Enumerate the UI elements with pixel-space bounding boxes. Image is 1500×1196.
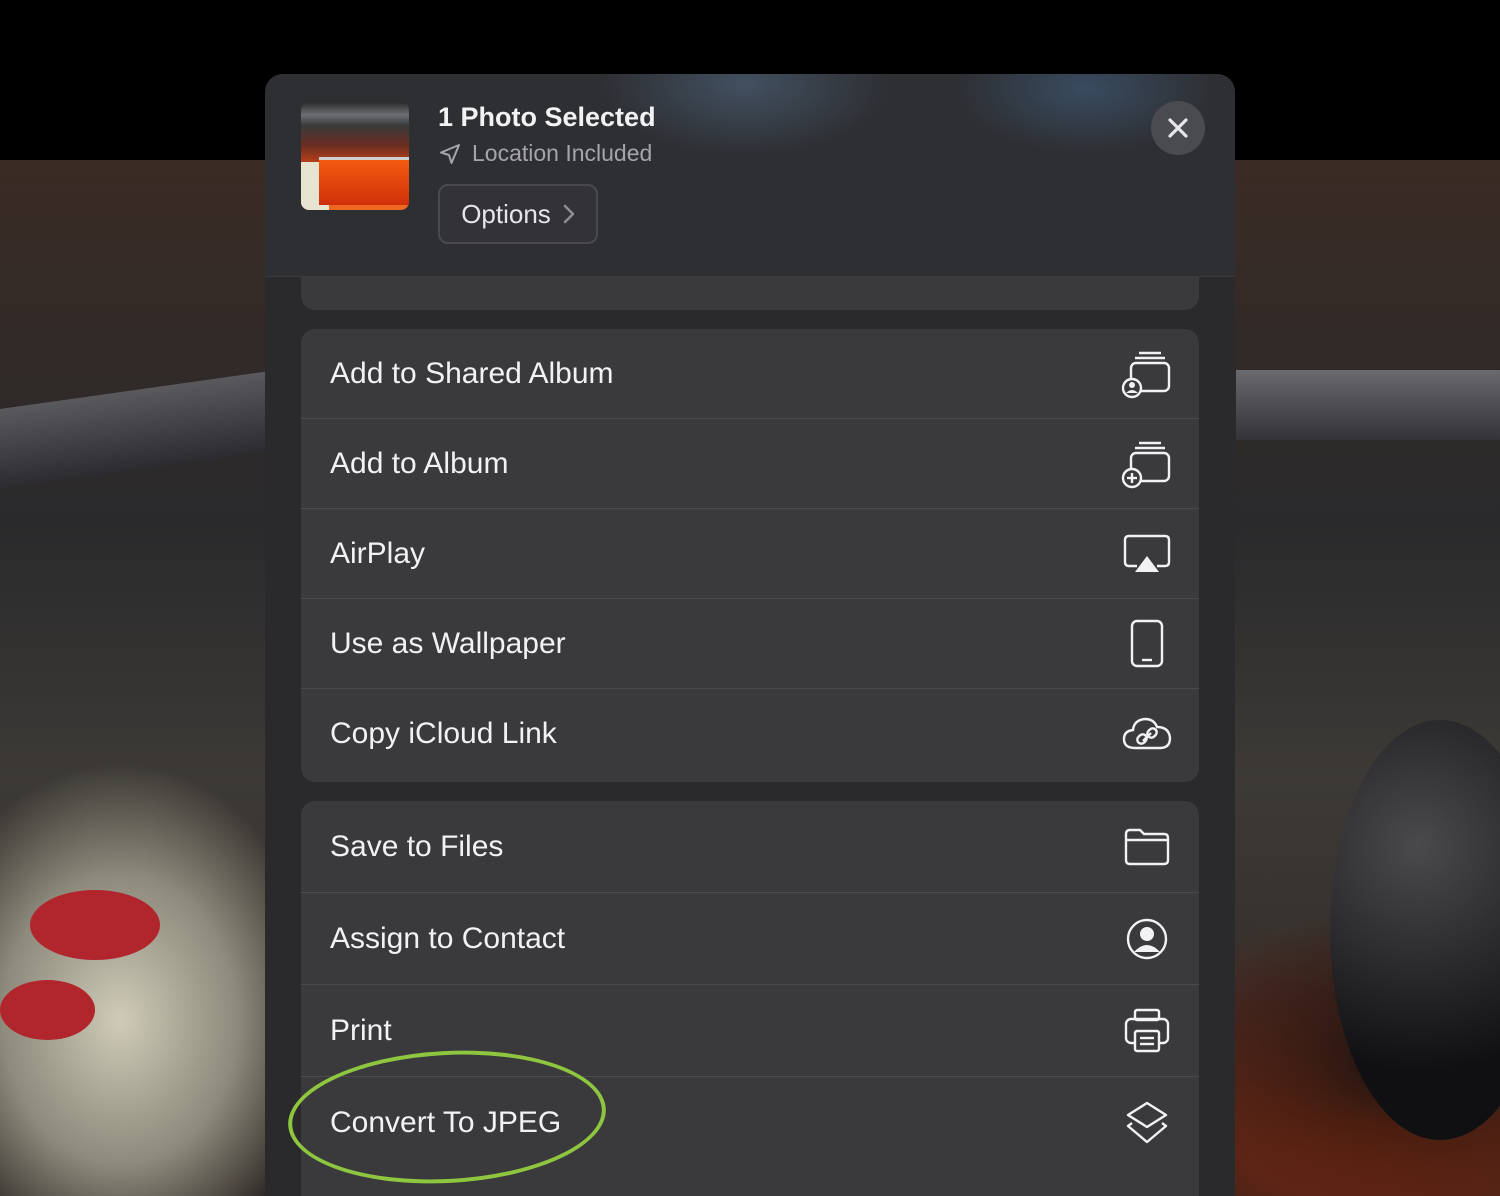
- add-to-album-row[interactable]: Add to Album: [301, 419, 1199, 509]
- copy-icloud-link-row[interactable]: Copy iCloud Link: [301, 689, 1199, 779]
- phone-icon: [1121, 618, 1173, 670]
- convert-to-jpeg-row[interactable]: Convert To JPEG: [301, 1077, 1199, 1169]
- action-label: AirPlay: [330, 536, 426, 570]
- location-arrow-icon: [440, 143, 460, 164]
- action-label: Convert To JPEG: [330, 1106, 562, 1139]
- options-button[interactable]: Options: [438, 184, 598, 244]
- close-icon: [1168, 118, 1188, 138]
- use-as-wallpaper-row[interactable]: Use as Wallpaper: [301, 599, 1199, 689]
- save-to-files-row[interactable]: Save to Files: [301, 801, 1199, 893]
- action-label: Assign to Contact: [330, 921, 566, 955]
- action-label: Copy iCloud Link: [330, 717, 557, 750]
- action-label: Use as Wallpaper: [330, 626, 566, 660]
- add-to-shared-album-row[interactable]: Add to Shared Album: [301, 329, 1199, 419]
- printer-icon: [1121, 1005, 1173, 1057]
- background-pot: [1330, 720, 1500, 1140]
- location-status: Location Included: [438, 140, 652, 167]
- close-button[interactable]: [1151, 101, 1205, 155]
- action-group: Add to Shared Album Add to Album AirPlay…: [301, 329, 1199, 782]
- sheet-title: 1 Photo Selected: [438, 102, 656, 132]
- chevron-right-icon: [563, 204, 575, 224]
- icloud-link-icon: [1121, 708, 1173, 760]
- contact-icon: [1121, 913, 1173, 965]
- background-blob: [30, 890, 160, 960]
- photo-thumbnail: [301, 102, 409, 210]
- share-sheet: 1 Photo Selected Location Included Optio…: [265, 74, 1235, 1196]
- layers-icon: [1121, 1097, 1173, 1149]
- options-label: Options: [461, 198, 551, 229]
- action-group: Save to Files Assign to Contact Print Co…: [301, 801, 1199, 1196]
- airplay-row[interactable]: AirPlay: [301, 509, 1199, 599]
- add-album-icon: [1121, 438, 1173, 490]
- airplay-icon: [1121, 528, 1173, 580]
- assign-to-contact-row[interactable]: Assign to Contact: [301, 893, 1199, 985]
- action-label: Print: [330, 1013, 392, 1047]
- background-rail: [1236, 370, 1500, 440]
- folder-icon: [1121, 821, 1173, 873]
- print-row[interactable]: Print: [301, 985, 1199, 1077]
- action-label: Save to Files: [330, 829, 504, 863]
- share-sheet-header: 1 Photo Selected Location Included Optio…: [265, 74, 1235, 277]
- background-rail: [0, 371, 270, 489]
- action-label: Add to Album: [330, 446, 509, 480]
- location-label: Location Included: [472, 140, 653, 166]
- shared-album-icon: [1121, 348, 1173, 400]
- action-label: Add to Shared Album: [330, 356, 614, 390]
- background-blob: [0, 980, 95, 1040]
